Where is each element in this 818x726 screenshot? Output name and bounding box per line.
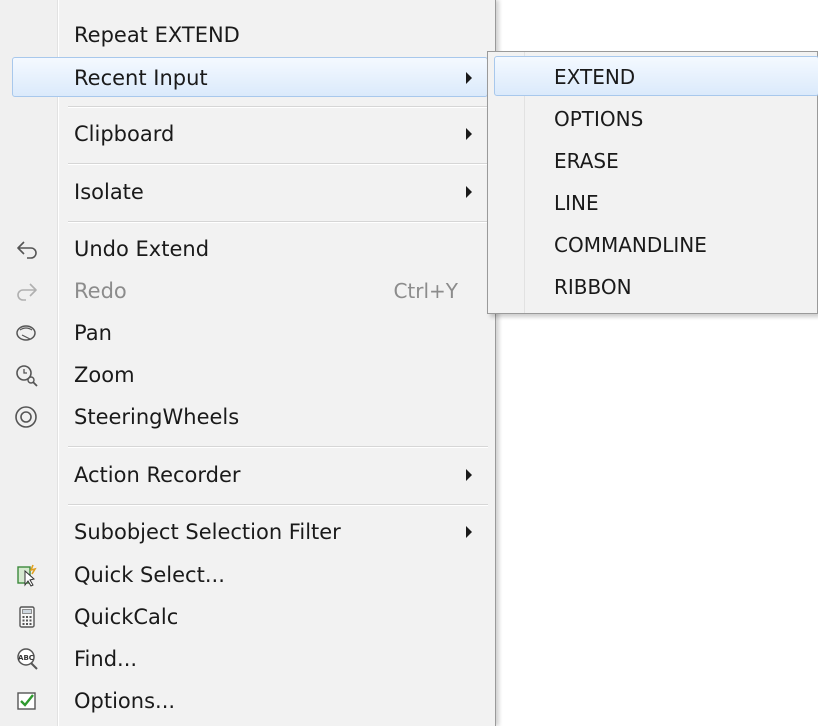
submenu-item-ribbon[interactable]: RIBBON (488, 267, 818, 307)
menu-item-options[interactable]: Options... (0, 681, 496, 721)
menu-item-label: Redo (74, 279, 127, 303)
menu-item-subobject-selection-filter[interactable]: Subobject Selection Filter (0, 512, 496, 552)
menu-item-label: Action Recorder (74, 463, 241, 487)
menu-item-label: Options... (74, 689, 176, 713)
menu-item-label: Zoom (74, 363, 135, 387)
menu-item-redo[interactable]: Redo Ctrl+Y (0, 271, 496, 311)
menu-separator (68, 106, 488, 108)
menu-item-action-recorder[interactable]: Action Recorder (0, 455, 496, 495)
menu-item-label: Find... (74, 647, 138, 671)
menu-item-label: SteeringWheels (74, 405, 240, 429)
submenu-arrow-icon (466, 186, 472, 198)
submenu-arrow-icon (466, 72, 472, 84)
quick-select-icon (17, 564, 37, 587)
menu-item-label: QuickCalc (74, 605, 179, 629)
menu-item-steeringwheels[interactable]: SteeringWheels (0, 397, 496, 437)
menu-item-pan[interactable]: Pan (0, 313, 496, 353)
menu-item-zoom[interactable]: Zoom (0, 355, 496, 395)
menu-separator (68, 504, 488, 506)
submenu-item-commandline[interactable]: COMMANDLINE (488, 225, 818, 265)
find-abc-icon: ABC (17, 648, 38, 670)
svg-text:ABC: ABC (18, 654, 34, 662)
menu-item-repeat-extend[interactable]: Repeat EXTEND (0, 15, 496, 55)
menu-item-clipboard[interactable]: Clipboard (0, 114, 496, 154)
submenu-arrow-icon (466, 526, 472, 538)
submenu-item-options[interactable]: OPTIONS (488, 99, 818, 139)
menu-item-quick-select[interactable]: Quick Select... (0, 555, 496, 595)
pan-hand-icon (16, 325, 36, 341)
submenu-item-line[interactable]: LINE (488, 183, 818, 223)
menu-item-label: Pan (74, 321, 112, 345)
submenu-item-extend[interactable]: EXTEND (494, 56, 818, 96)
menu-item-label: Clipboard (74, 122, 175, 146)
menu-item-label: Subobject Selection Filter (74, 520, 341, 544)
undo-arrow-icon (17, 241, 37, 259)
menu-item-label: Quick Select... (74, 563, 225, 587)
submenu-item-label: ERASE (554, 149, 619, 173)
submenu-item-label: RIBBON (554, 275, 632, 299)
steering-wheel-icon (15, 406, 37, 428)
submenu-item-label: COMMANDLINE (554, 233, 707, 257)
recent-input-submenu: EXTEND OPTIONS ERASE LINE COMMANDLINE RI… (487, 51, 818, 314)
menu-separator (68, 446, 488, 448)
calculator-icon (19, 606, 35, 628)
menu-item-isolate[interactable]: Isolate (0, 172, 496, 212)
options-checkbox-icon (17, 692, 36, 710)
menu-separator (68, 163, 488, 165)
menu-item-label: Isolate (74, 180, 144, 204)
submenu-arrow-icon (466, 469, 472, 481)
menu-item-label: Recent Input (74, 66, 208, 90)
redo-arrow-icon (17, 283, 37, 301)
menu-item-find[interactable]: ABC Find... (0, 639, 496, 679)
menu-item-shortcut: Ctrl+Y (393, 279, 458, 303)
menu-item-label: Repeat EXTEND (74, 23, 240, 47)
submenu-item-erase[interactable]: ERASE (488, 141, 818, 181)
submenu-arrow-icon (466, 128, 472, 140)
context-menu: Repeat EXTEND Recent Input Clipboard Iso… (0, 0, 496, 726)
submenu-item-label: LINE (554, 191, 599, 215)
menu-separator (68, 221, 488, 223)
submenu-item-label: EXTEND (554, 65, 636, 89)
menu-item-undo-extend[interactable]: Undo Extend (0, 229, 496, 269)
menu-item-label: Undo Extend (74, 237, 210, 261)
submenu-item-label: OPTIONS (554, 107, 644, 131)
menu-item-quickcalc[interactable]: QuickCalc (0, 597, 496, 637)
zoom-magnifier-icon (16, 365, 38, 387)
menu-item-recent-input[interactable]: Recent Input (12, 57, 488, 97)
